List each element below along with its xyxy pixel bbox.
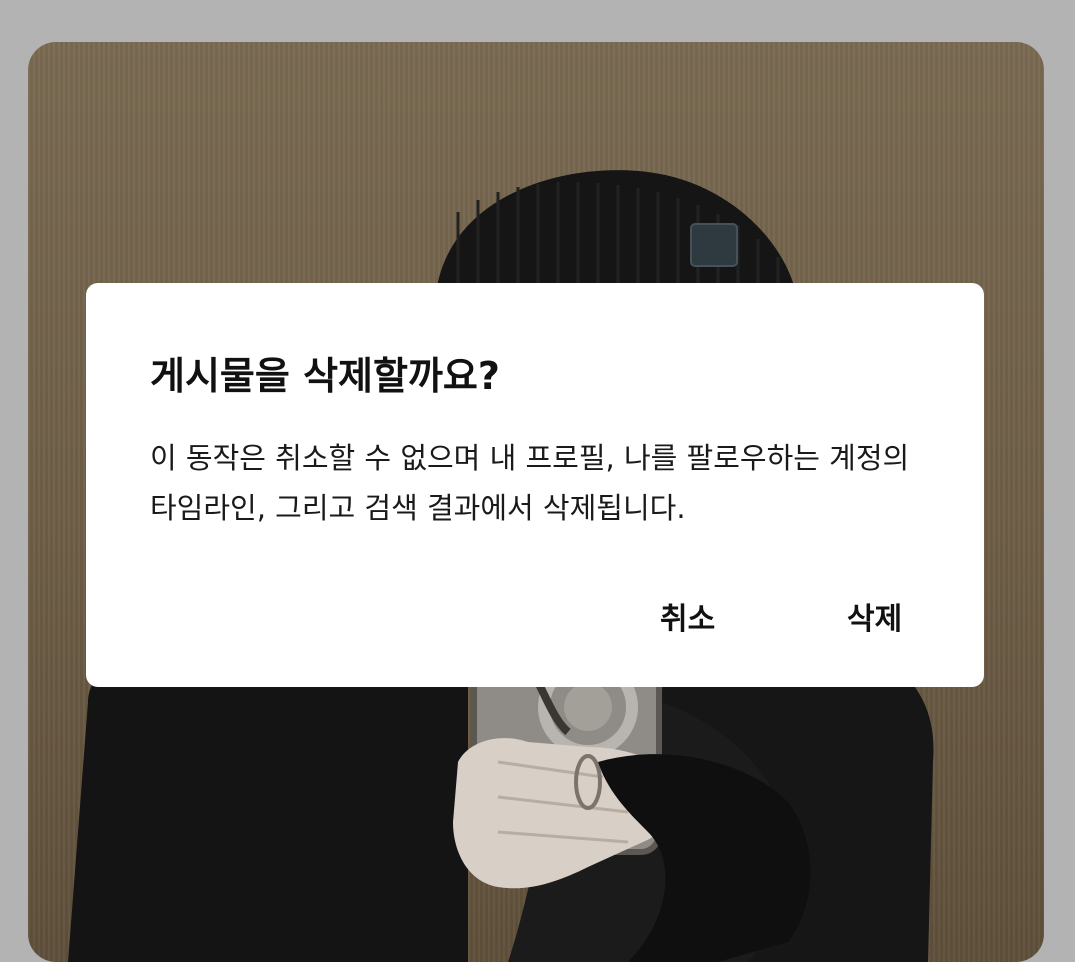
- cancel-button[interactable]: 취소: [654, 595, 721, 645]
- dialog-actions: 취소 삭제: [86, 595, 984, 645]
- delete-button[interactable]: 삭제: [841, 595, 908, 645]
- dialog-title: 게시물을 삭제할까요?: [150, 354, 500, 398]
- dialog-message: 이 동작은 취소할 수 없으며 내 프로필, 나를 팔로우하는 계정의 타임라인…: [150, 441, 910, 525]
- delete-post-dialog: 게시물을 삭제할까요? 이 동작은 취소할 수 없으며 내 프로필, 나를 팔로…: [86, 283, 984, 687]
